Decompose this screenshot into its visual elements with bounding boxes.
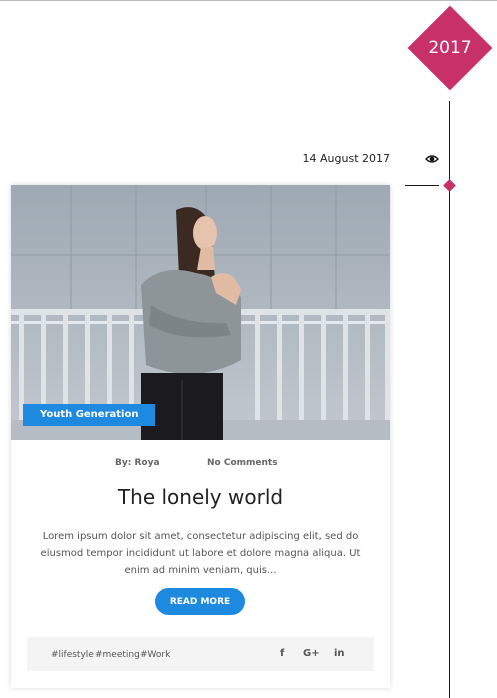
post-excerpt: Lorem ipsum dolor sit amet, consectetur … <box>40 531 361 576</box>
tag-meeting[interactable]: #meeting <box>95 650 140 660</box>
tag-lifestyle[interactable]: #lifestyle <box>51 650 94 660</box>
year-label: 2017 <box>428 38 472 58</box>
facebook-icon[interactable]: f <box>280 648 284 659</box>
year-marker: 2017 <box>407 5 493 91</box>
timeline-connector <box>405 185 439 186</box>
post-author[interactable]: By: Roya <box>115 458 160 468</box>
post-card: Youth Generation By: Roya No Comments Th… <box>11 185 390 688</box>
timeline-dot <box>443 179 456 192</box>
post-footer: #lifestyle #meeting #Work f G+ in <box>27 637 374 671</box>
eye-icon[interactable] <box>425 153 439 165</box>
post-date: 14 August 2017 <box>302 152 390 165</box>
post-photo-illustration <box>11 185 390 440</box>
top-divider <box>0 0 497 1</box>
post-comments-count[interactable]: No Comments <box>207 458 278 468</box>
read-more-button[interactable]: READ MORE <box>155 588 245 615</box>
linkedin-icon[interactable]: in <box>334 648 345 659</box>
tag-work[interactable]: #Work <box>140 650 170 660</box>
post-title[interactable]: The lonely world <box>11 485 390 509</box>
category-badge[interactable]: Youth Generation <box>23 404 156 426</box>
post-image[interactable]: Youth Generation <box>11 185 390 440</box>
google-plus-icon[interactable]: G+ <box>303 648 320 659</box>
